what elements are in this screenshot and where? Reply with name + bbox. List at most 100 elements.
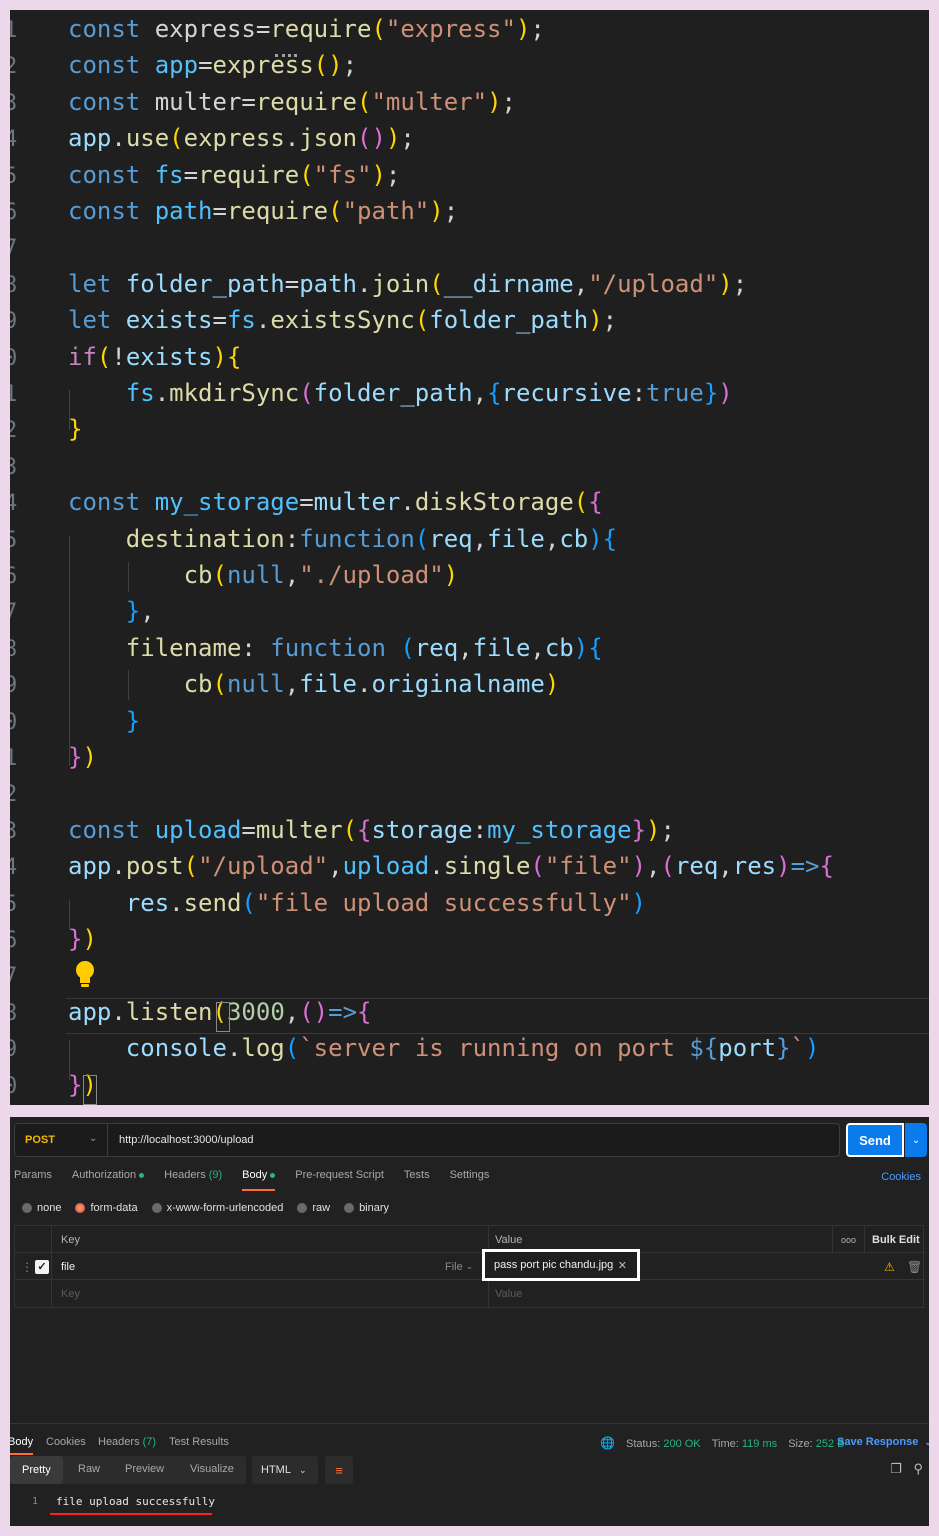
copy-icon[interactable]: ❐ (890, 1461, 902, 1476)
new-value-input[interactable]: Value (495, 1280, 522, 1307)
code-line[interactable]: }, (68, 596, 155, 626)
more-options-icon[interactable]: ooo (841, 1226, 856, 1253)
url-input[interactable]: http://localhost:3000/upload (119, 1134, 254, 1146)
code-line[interactable]: const upload=multer({storage:my_storage}… (68, 815, 675, 845)
code-token: port (718, 1034, 777, 1063)
row-enabled-checkbox[interactable]: ✓ (35, 1259, 49, 1274)
response-tab-test-results[interactable]: Test Results (169, 1436, 229, 1448)
code-line[interactable]: app.post("/upload",upload.single("file")… (68, 851, 834, 881)
format-raw-button[interactable]: Raw (78, 1463, 100, 1475)
code-token: exists (125, 342, 213, 371)
selected-file-chip[interactable]: pass port pic chandu.jpg ✕ (482, 1249, 640, 1281)
code-line[interactable]: app.use(express.json()); (68, 123, 415, 153)
radio-none[interactable]: none (22, 1202, 61, 1214)
code-line[interactable]: cb(null,file.originalname) (68, 669, 560, 699)
tab-tests[interactable]: Tests (404, 1169, 430, 1191)
radio-label: raw (312, 1202, 331, 1214)
format-preview-button[interactable]: Preview (125, 1463, 164, 1475)
new-key-input[interactable]: Key (61, 1280, 80, 1307)
line-number: 4 (10, 855, 18, 881)
cookies-link[interactable]: Cookies (881, 1171, 921, 1183)
code-token: recursive (501, 379, 632, 407)
code-line[interactable]: res.send("file upload successfully") (68, 888, 646, 918)
tab-body[interactable]: Body (242, 1169, 276, 1191)
radio-x-www-form-urlencoded[interactable]: x-www-form-urlencoded (151, 1202, 283, 1214)
send-button[interactable]: Send (846, 1123, 904, 1157)
code-token: ( (212, 561, 227, 589)
tab-headers[interactable]: Headers (9) (164, 1169, 222, 1191)
send-options-chevron-icon[interactable]: ⌄ (905, 1123, 927, 1157)
code-token: "express" (385, 15, 516, 43)
remove-file-icon[interactable]: ✕ (618, 1259, 627, 1272)
code-token: file (487, 524, 545, 553)
code-token: { (819, 852, 834, 881)
language-select[interactable]: HTML ⌄ (252, 1456, 318, 1484)
code-line[interactable]: } (68, 706, 140, 736)
code-token: } (68, 743, 83, 771)
code-token: : (472, 815, 488, 844)
code-editor[interactable]: 1 2 3 4 5 6 7 8 9 0 1 2 3 4 5 6 7 8 9 0 1 2 3 4 5 6 7 8 9 0 const exp… (10, 10, 929, 1105)
warning-icon[interactable]: ⚠ (884, 1253, 895, 1280)
line-number: 0 (10, 1073, 18, 1099)
radio-form-data[interactable]: form-data (75, 1202, 138, 1214)
code-line[interactable]: const multer=require("multer"); (68, 87, 516, 117)
code-line[interactable]: } (68, 414, 82, 444)
code-line[interactable]: let folder_path=path.join(__dirname,"/up… (68, 269, 747, 299)
code-line[interactable]: const fs=require("fs"); (68, 160, 400, 190)
code-line[interactable]: const express=require("express"); (68, 14, 545, 44)
code-line[interactable]: const my_storage=multer.diskStorage({ (68, 487, 603, 517)
key-field[interactable]: file (61, 1253, 75, 1280)
form-data-table: Key Value ooo Bulk Edit ⋮⋮ ✓ file File ⌄… (14, 1225, 924, 1308)
trash-icon[interactable]: 🗑 (907, 1253, 922, 1280)
code-line[interactable]: const app=express(); (68, 50, 357, 80)
response-tab-body[interactable]: Body (10, 1436, 34, 1455)
bulk-edit-button[interactable]: Bulk Edit (872, 1226, 920, 1253)
radio-circle-icon (344, 1203, 355, 1213)
lightbulb-icon[interactable] (74, 960, 96, 990)
code-line[interactable]: destination:function(req,file,cb){ (68, 524, 617, 554)
code-token: ) (588, 524, 603, 553)
search-icon[interactable]: ⚲ (913, 1461, 923, 1476)
code-line[interactable]: }) (68, 742, 97, 772)
radio-circle-icon (22, 1203, 32, 1213)
code-line[interactable]: cb(null,"./upload") (68, 560, 459, 590)
radio-binary[interactable]: binary (344, 1202, 389, 1214)
code-line[interactable]: if(!exists){ (68, 342, 241, 372)
chevron-down-icon[interactable]: ⌄ (89, 1133, 97, 1144)
type-select[interactable]: File ⌄ (445, 1253, 473, 1280)
code-line[interactable]: }) (68, 924, 97, 954)
code-token: . (357, 269, 372, 298)
code-line[interactable]: fs.mkdirSync(folder_path,{recursive:true… (68, 378, 733, 408)
format-pretty-button[interactable]: Pretty (10, 1456, 63, 1484)
http-method-select[interactable]: POST (25, 1134, 55, 1146)
response-tab-cookies[interactable]: Cookies (46, 1436, 86, 1448)
code-line[interactable]: const path=require("path"); (68, 196, 458, 226)
code-line[interactable]: console.log(`server is running on port $… (68, 1033, 820, 1063)
format-visualize-button[interactable]: Visualize (190, 1463, 234, 1475)
status-code[interactable]: 200 OK (663, 1438, 700, 1450)
time-value[interactable]: 119 ms (742, 1438, 777, 1450)
code-token: . (429, 852, 444, 881)
response-tab-headers[interactable]: Headers (7) (98, 1436, 156, 1448)
code-token: , (284, 670, 300, 699)
code-token: . (154, 379, 170, 407)
code-token: const (68, 488, 155, 517)
response-line-number: 1 (32, 1496, 39, 1507)
code-token: { (588, 633, 603, 662)
radio-raw[interactable]: raw (297, 1202, 330, 1214)
radio-circle-icon (151, 1203, 162, 1213)
save-response-button[interactable]: Save Response ⌄ (837, 1436, 929, 1448)
response-body[interactable]: 1 file upload successfully (10, 1489, 929, 1526)
divider (51, 1226, 52, 1252)
tab-params[interactable]: Params (14, 1169, 52, 1191)
chevron-down-icon: ⌄ (298, 1464, 307, 1475)
code-token: = (212, 306, 227, 335)
tab-settings[interactable]: Settings (450, 1169, 490, 1191)
globe-icon[interactable]: 🌐 (600, 1436, 615, 1450)
code-token: req (674, 852, 719, 881)
tab-pre-request-script[interactable]: Pre-request Script (295, 1169, 384, 1191)
tab-authorization[interactable]: Authorization (72, 1169, 145, 1191)
code-line[interactable]: filename: function (req,file,cb){ (68, 633, 603, 663)
code-line[interactable]: let exists=fs.existsSync(folder_path); (68, 305, 617, 335)
word-wrap-icon[interactable]: ≡ (325, 1456, 353, 1484)
